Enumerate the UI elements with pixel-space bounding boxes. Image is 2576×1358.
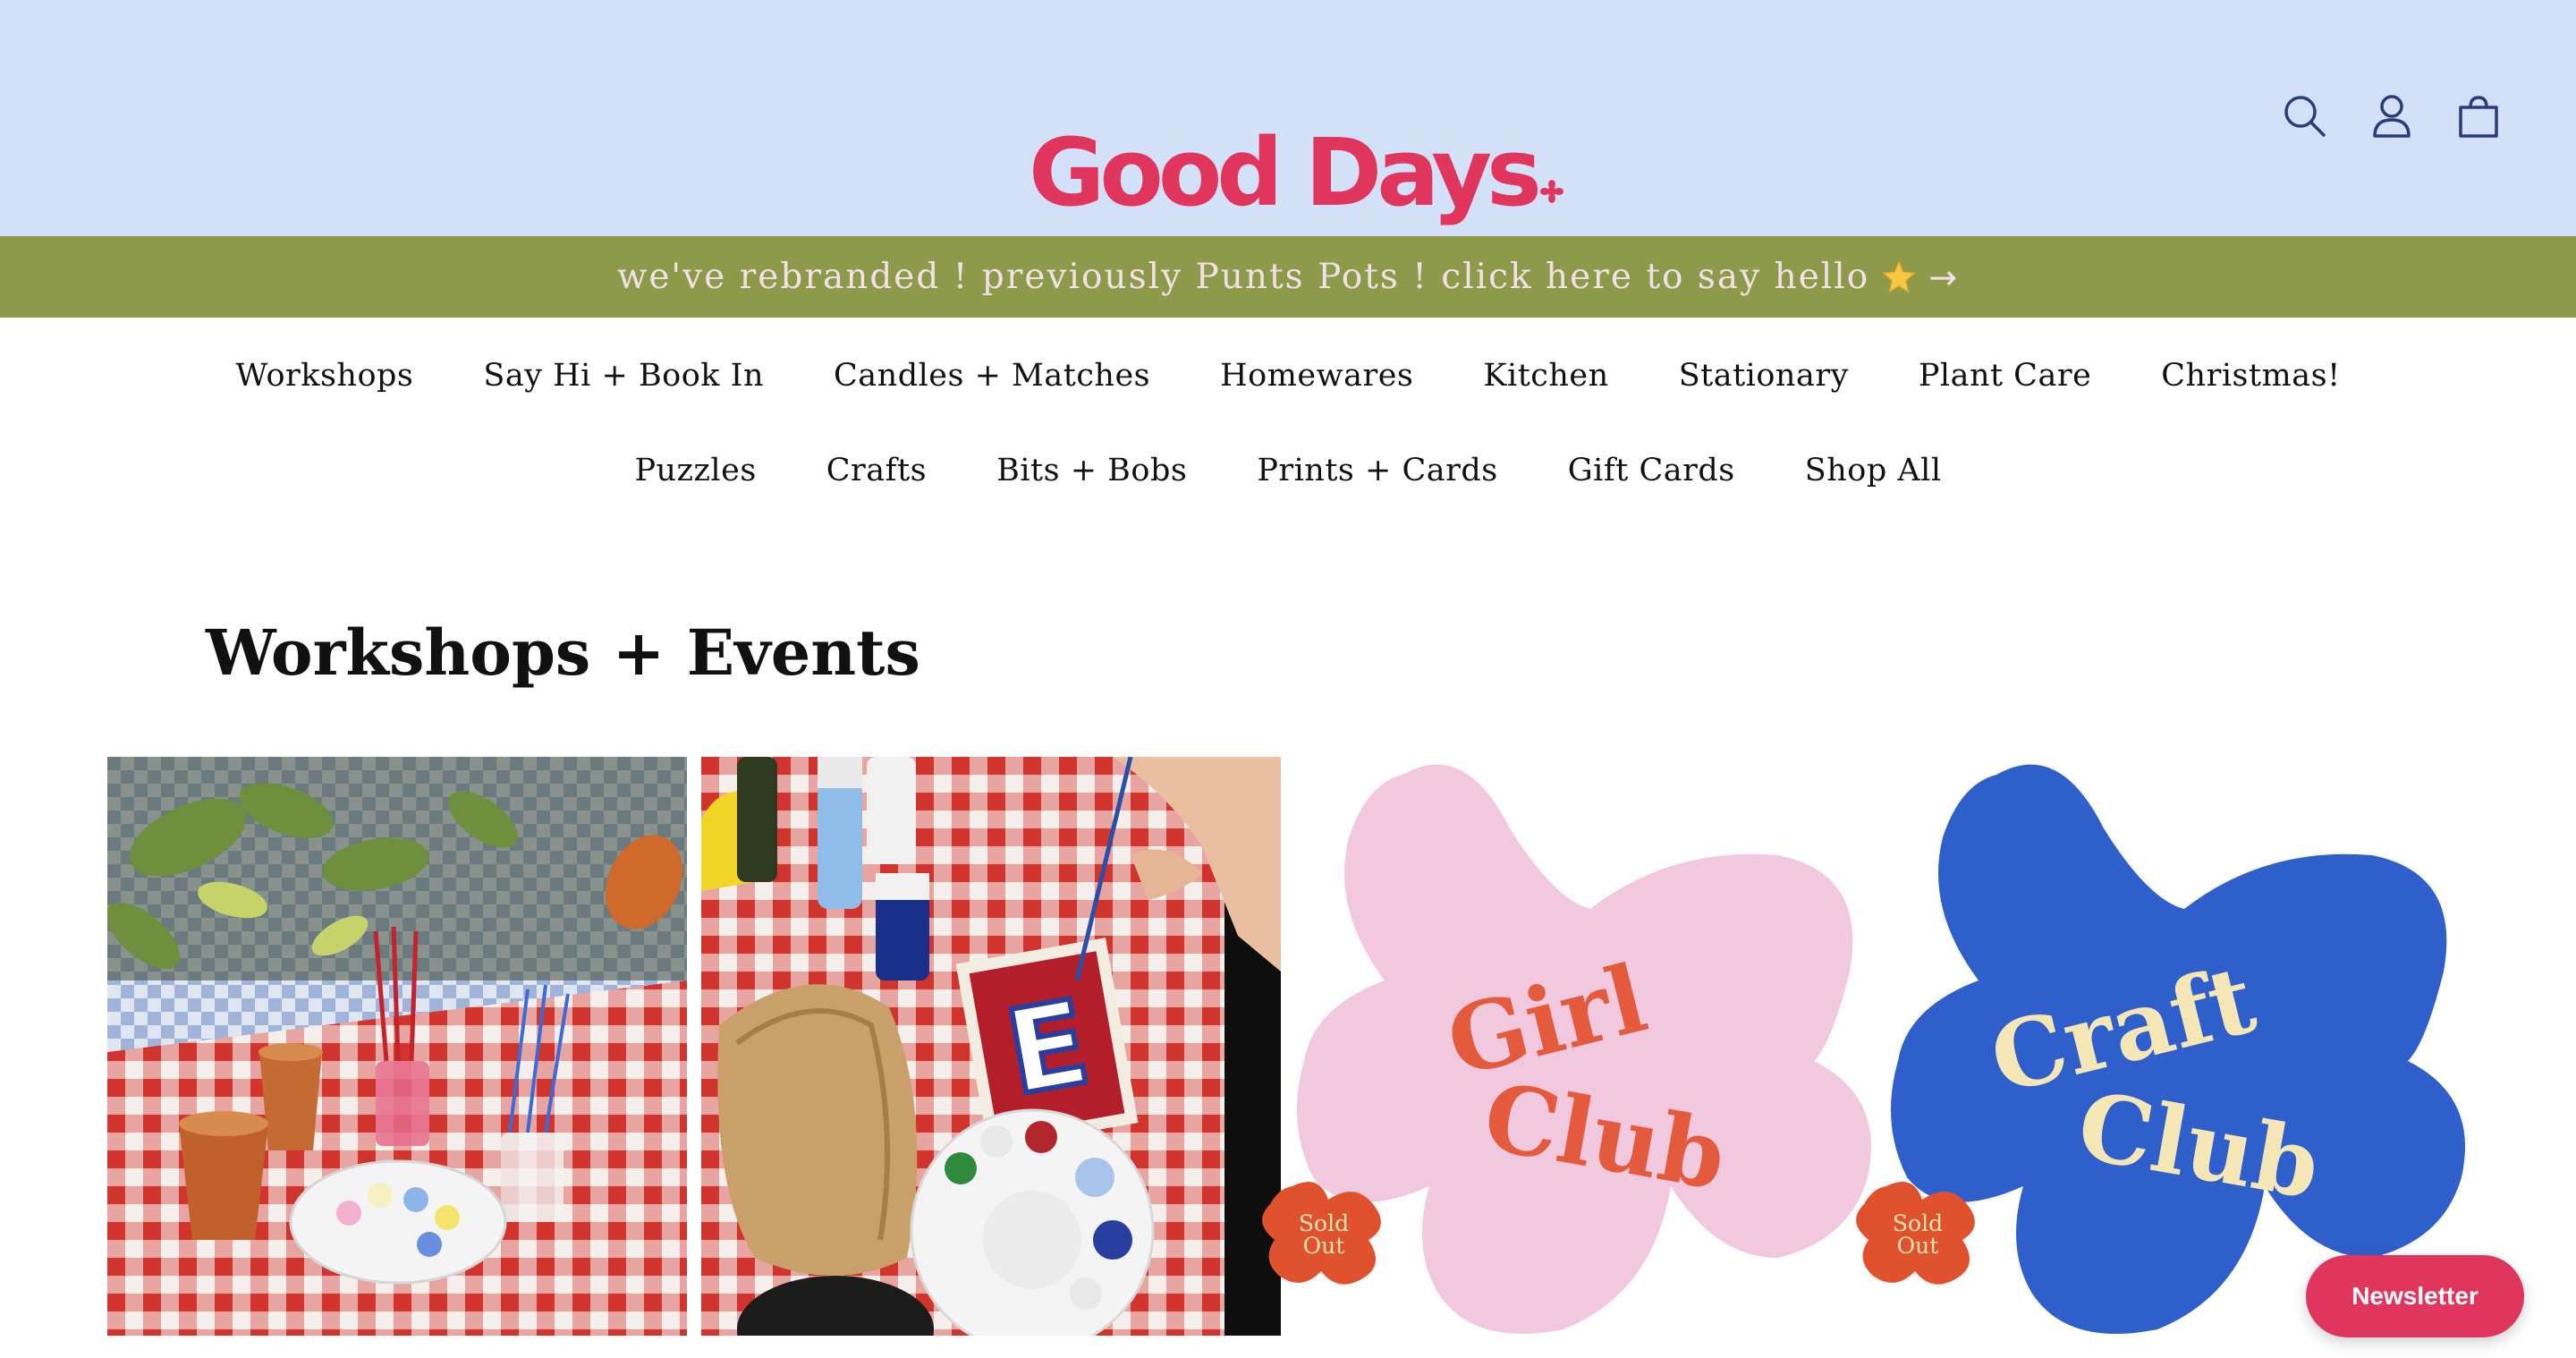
- main-nav-row-2: Puzzles Crafts Bits + Bobs Prints + Card…: [0, 453, 2576, 488]
- sold-out-badge-line1: Sold: [1892, 1210, 1944, 1236]
- announcement-text: we've rebranded ! previously Punts Pots …: [616, 257, 1870, 297]
- announcement-bar[interactable]: we've rebranded ! previously Punts Pots …: [0, 236, 2576, 318]
- nav-item-say-hi-book-in[interactable]: Say Hi + Book In: [483, 358, 764, 394]
- painting-tile-workshop-photo: E: [701, 757, 1281, 1336]
- nav-item-plant-care[interactable]: Plant Care: [1919, 358, 2091, 394]
- nav-item-prints-cards[interactable]: Prints + Cards: [1257, 453, 1497, 488]
- nav-item-gift-cards[interactable]: Gift Cards: [1568, 453, 1735, 488]
- sold-out-badge: Sold Out: [1851, 1177, 1985, 1292]
- nav-item-christmas[interactable]: Christmas!: [2161, 358, 2340, 394]
- cart-icon[interactable]: [2452, 89, 2505, 143]
- sold-out-badge-line2: Out: [1302, 1233, 1345, 1259]
- nav-item-bits-bobs[interactable]: Bits + Bobs: [996, 453, 1187, 488]
- nav-item-crafts[interactable]: Crafts: [826, 453, 927, 488]
- nav-item-workshops[interactable]: Workshops: [235, 358, 413, 394]
- sold-out-badge-line1: Sold: [1298, 1210, 1350, 1236]
- logo-asterisk-icon: [1539, 180, 1563, 203]
- sold-out-badge-line2: Out: [1896, 1233, 1939, 1259]
- main-nav-row-1: Workshops Say Hi + Book In Candles + Mat…: [0, 358, 2576, 394]
- workshop-card-1[interactable]: [107, 757, 687, 1336]
- site-header: Good Days: [0, 0, 2576, 236]
- site-logo[interactable]: Good Days: [1029, 94, 1563, 219]
- sold-out-badge: Sold Out: [1257, 1177, 1391, 1292]
- account-icon[interactable]: [2365, 89, 2419, 143]
- newsletter-button[interactable]: Newsletter: [2306, 1255, 2524, 1337]
- nav-item-kitchen[interactable]: Kitchen: [1483, 358, 1608, 394]
- nav-item-shop-all[interactable]: Shop All: [1805, 453, 1942, 488]
- logo-text: Good Days: [1029, 118, 1542, 227]
- star-icon: [1882, 259, 1917, 293]
- nav-item-homewares[interactable]: Homewares: [1220, 358, 1413, 394]
- section-title: Workshops + Events: [206, 615, 920, 690]
- workshop-card-2[interactable]: E: [701, 757, 1281, 1336]
- nav-item-stationary[interactable]: Stationary: [1679, 358, 1849, 394]
- nav-item-puzzles[interactable]: Puzzles: [634, 453, 756, 488]
- painting-pots-workshop-photo: [107, 757, 687, 1336]
- arrow-right-icon: →: [1928, 257, 1960, 297]
- search-icon[interactable]: [2278, 89, 2332, 143]
- nav-item-candles-matches[interactable]: Candles + Matches: [834, 358, 1150, 394]
